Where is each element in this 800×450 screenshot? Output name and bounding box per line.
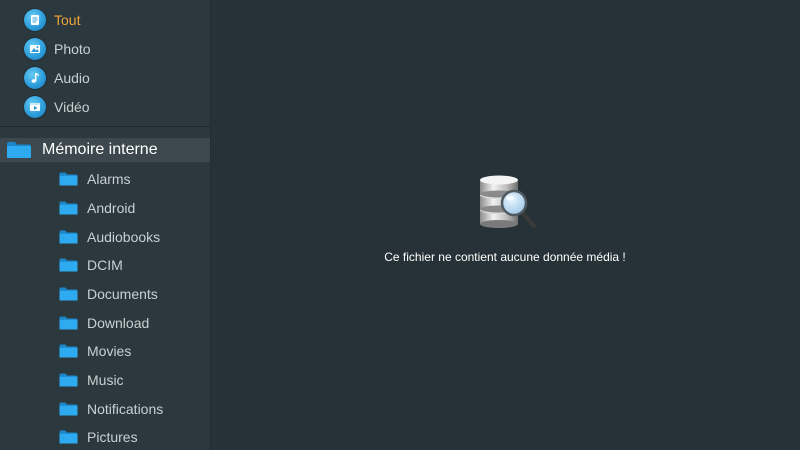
file-browser-app: Tout Photo Audio Vidéo Mémoire interne A…	[0, 0, 800, 450]
folder-icon	[59, 316, 78, 330]
folder-item-notifications[interactable]: Notifications	[0, 397, 210, 421]
folder-item-dcim[interactable]: DCIM	[0, 253, 210, 277]
music-note-icon	[24, 67, 46, 89]
folder-icon	[7, 142, 31, 158]
folder-icon	[59, 402, 78, 416]
folder-label: DCIM	[87, 257, 123, 273]
storage-root-label: Mémoire interne	[42, 141, 158, 158]
folder-item-audiobooks[interactable]: Audiobooks	[0, 225, 210, 249]
database-search-icon	[480, 175, 536, 228]
folder-item-movies[interactable]: Movies	[0, 339, 210, 363]
folder-icon	[59, 258, 78, 272]
category-tout[interactable]: Tout	[0, 6, 210, 34]
folder-icon	[59, 373, 78, 387]
folder-icon	[59, 201, 78, 215]
folder-icon	[59, 230, 78, 244]
folder-item-android[interactable]: Android	[0, 196, 210, 220]
folder-label: Documents	[87, 286, 158, 302]
folder-icon	[59, 344, 78, 358]
image-icon	[24, 38, 46, 60]
folder-item-pictures[interactable]: Pictures	[0, 425, 210, 449]
category-video[interactable]: Vidéo	[0, 93, 210, 121]
category-label: Audio	[54, 70, 90, 86]
folder-label: Download	[87, 315, 150, 331]
empty-state-message: Ce fichier ne contient aucune donnée méd…	[384, 250, 626, 264]
folder-label: Movies	[87, 343, 132, 359]
folder-item-download[interactable]: Download	[0, 311, 210, 335]
folder-label: Pictures	[87, 429, 138, 445]
sidebar-divider	[0, 126, 210, 127]
folder-item-alarms[interactable]: Alarms	[0, 167, 210, 191]
folder-item-music[interactable]: Music	[0, 368, 210, 392]
folder-label: Notifications	[87, 401, 164, 417]
folder-label: Android	[87, 200, 136, 216]
category-label: Photo	[54, 41, 91, 57]
category-label: Tout	[54, 12, 81, 28]
sidebar: Tout Photo Audio Vidéo Mémoire interne A…	[0, 0, 211, 450]
folder-icon	[59, 430, 78, 444]
category-photo[interactable]: Photo	[0, 35, 210, 63]
folder-icon	[59, 287, 78, 301]
storage-root-internal[interactable]: Mémoire interne	[0, 138, 210, 162]
folder-label: Audiobooks	[87, 229, 161, 245]
document-icon	[24, 9, 46, 31]
folder-label: Music	[87, 372, 124, 388]
folder-item-documents[interactable]: Documents	[0, 282, 210, 306]
folder-icon	[59, 172, 78, 186]
category-label: Vidéo	[54, 99, 90, 115]
category-audio[interactable]: Audio	[0, 64, 210, 92]
folder-label: Alarms	[87, 171, 131, 187]
video-icon	[24, 96, 46, 118]
